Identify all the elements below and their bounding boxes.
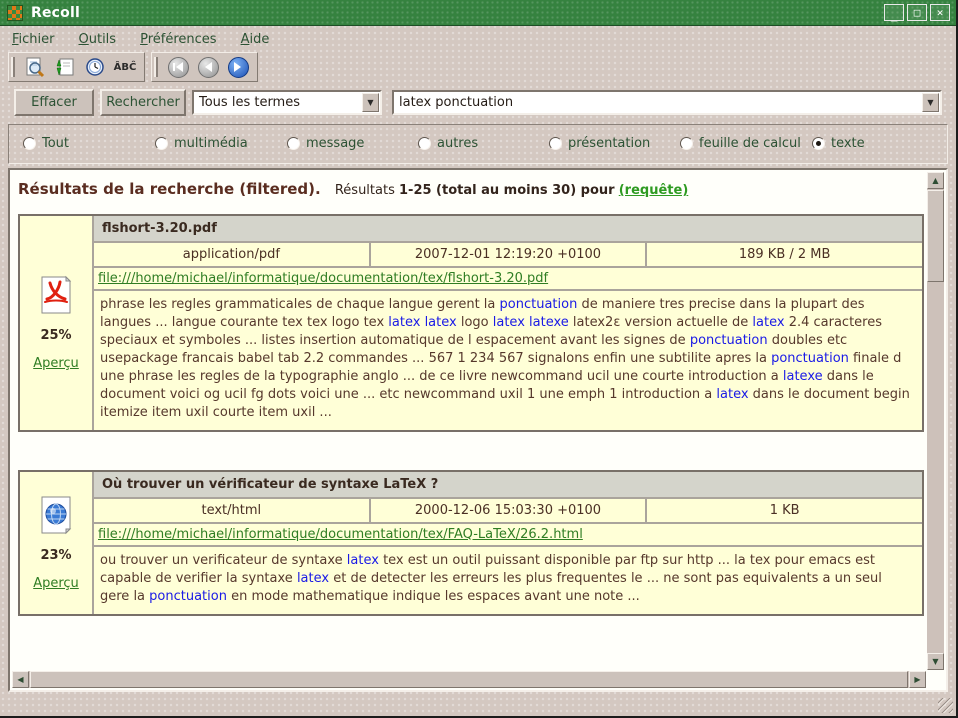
results-range: 1-25 (total au moins 30) pour — [399, 183, 615, 198]
result-mime-type: text/html — [94, 499, 369, 522]
result-url-link[interactable]: file:///home/michael/informatique/docume… — [98, 527, 583, 542]
clear-button[interactable]: Effacer — [14, 89, 94, 116]
window-title: Recoll — [31, 5, 80, 21]
radio-circle-icon — [155, 137, 168, 150]
term-explorer-icon[interactable]: ÂBĈ — [112, 55, 138, 79]
go-next-page-icon[interactable] — [225, 55, 251, 79]
filter-frame: Tout multimédia message autres présentat… — [8, 124, 948, 164]
menu-fichier[interactable]: Fichier — [12, 32, 55, 47]
app-icon — [7, 5, 23, 21]
menu-aide[interactable]: Aide — [241, 32, 270, 47]
scroll-right-icon[interactable]: ▶ — [909, 671, 926, 688]
result-title: Où trouver un vérificateur de syntaxe La… — [94, 472, 922, 497]
vertical-scrollbar-thumb[interactable] — [927, 190, 944, 282]
horizontal-scrollbar-thumb[interactable] — [30, 671, 908, 688]
result-block: 25% Aperçu flshort-3.20.pdf application/… — [18, 214, 924, 432]
result-title: flshort-3.20.pdf — [94, 216, 922, 241]
preview-link[interactable]: Aperçu — [33, 356, 79, 371]
result-date: 2000-12-06 15:03:30 +0100 — [371, 499, 646, 522]
result-block: 23% Aperçu Où trouver un vérificateur de… — [18, 470, 924, 616]
radio-circle-icon — [418, 137, 431, 150]
menu-outils[interactable]: Outils — [79, 32, 117, 47]
result-snippet: ou trouver un verificateur de syntaxe la… — [94, 547, 922, 614]
chevron-down-icon[interactable]: ▼ — [362, 93, 379, 112]
go-first-page-icon[interactable] — [165, 55, 191, 79]
chevron-down-icon[interactable]: ▼ — [922, 93, 939, 112]
result-left-column: 25% Aperçu — [20, 216, 92, 430]
go-previous-page-icon[interactable] — [195, 55, 221, 79]
scroll-left-icon[interactable]: ◀ — [12, 671, 29, 688]
horizontal-scrollbar[interactable]: ◀ ▶ — [12, 671, 926, 688]
results-header: Résultats de la recherche (filtered). Ré… — [18, 180, 923, 198]
result-date: 2007-12-01 12:19:20 +0100 — [371, 243, 646, 266]
query-link[interactable]: (requête) — [619, 183, 689, 198]
query-input[interactable]: latex ponctuation ▼ — [392, 90, 942, 115]
history-clock-icon[interactable] — [82, 55, 108, 79]
radio-circle-icon — [812, 137, 825, 150]
result-snippet: phrase les regles grammaticales de chaqu… — [94, 291, 922, 430]
search-mode-select[interactable]: Tous les termes ▼ — [192, 90, 382, 115]
document-preview-icon[interactable] — [22, 55, 48, 79]
scroll-down-icon[interactable]: ▼ — [927, 653, 944, 670]
toolbar-group-main: ÂBĈ — [8, 52, 145, 82]
toolbar-handle[interactable] — [11, 57, 15, 77]
preview-link[interactable]: Aperçu — [33, 576, 79, 591]
toolbar-handle[interactable] — [154, 57, 158, 77]
radio-feuille-de-calcul[interactable]: feuille de calcul — [680, 136, 801, 151]
radio-circle-icon — [680, 137, 693, 150]
vertical-scrollbar[interactable]: ▲ ▼ — [927, 172, 944, 670]
result-mime-type: application/pdf — [94, 243, 369, 266]
toolbar-group-nav — [151, 52, 258, 82]
search-button[interactable]: Rechercher — [100, 89, 186, 116]
menubar: Fichier Outils Préférences Aide — [0, 27, 956, 51]
minimize-button[interactable]: _ — [884, 4, 904, 21]
radio-presentation[interactable]: présentation — [549, 136, 650, 151]
results-count-prefix: Résultats — [335, 183, 395, 198]
result-size: 189 KB / 2 MB — [647, 243, 922, 266]
radio-texte[interactable]: texte — [812, 136, 865, 151]
result-left-column: 23% Aperçu — [20, 472, 92, 614]
results-panel: Résultats de la recherche (filtered). Ré… — [8, 168, 948, 692]
result-filetype-icon — [39, 495, 73, 535]
resize-grip[interactable] — [938, 698, 953, 713]
result-size: 1 KB — [647, 499, 922, 522]
pdf-icon — [39, 275, 73, 315]
radio-autres[interactable]: autres — [418, 136, 478, 151]
radio-multimedia[interactable]: multimédia — [155, 136, 248, 151]
result-details-row: text/html 2000-12-06 15:03:30 +0100 1 KB — [94, 499, 922, 522]
relevance-percent: 23% — [40, 548, 71, 563]
close-button[interactable]: ✕ — [930, 4, 950, 21]
menu-preferences[interactable]: Préférences — [140, 32, 216, 47]
result-filetype-icon — [39, 275, 73, 315]
result-url-row: file:///home/michael/informatique/docume… — [94, 268, 922, 289]
relevance-percent: 25% — [40, 328, 71, 343]
scroll-up-icon[interactable]: ▲ — [927, 172, 944, 189]
result-url-row: file:///home/michael/informatique/docume… — [94, 524, 922, 545]
results-title: Résultats de la recherche (filtered). — [18, 180, 321, 198]
radio-circle-icon — [287, 137, 300, 150]
html-page-icon — [39, 495, 73, 535]
radio-circle-icon — [23, 137, 36, 150]
query-input-value: latex ponctuation — [394, 95, 922, 110]
radio-circle-icon — [549, 137, 562, 150]
titlebar: Recoll _ □ ✕ — [0, 0, 956, 26]
results-list: Résultats de la recherche (filtered). Ré… — [12, 172, 925, 669]
toolbar: ÂBĈ — [8, 52, 258, 82]
update-index-icon[interactable] — [52, 55, 78, 79]
result-details-row: application/pdf 2007-12-01 12:19:20 +010… — [94, 243, 922, 266]
radio-message[interactable]: message — [287, 136, 364, 151]
maximize-button[interactable]: □ — [907, 4, 927, 21]
radio-tout[interactable]: Tout — [23, 136, 69, 151]
result-url-link[interactable]: file:///home/michael/informatique/docume… — [98, 271, 548, 286]
